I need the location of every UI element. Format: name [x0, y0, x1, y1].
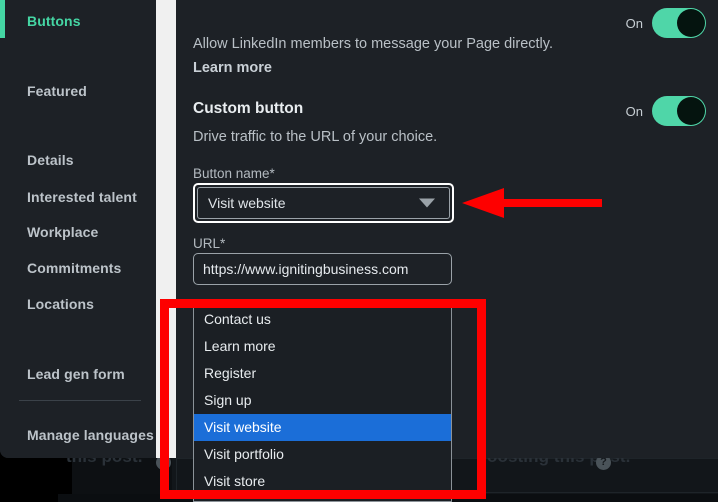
button-name-dropdown-list[interactable]: Contact us Learn more Register Sign up V…	[193, 306, 452, 502]
dropdown-option-sign-up[interactable]: Sign up	[194, 387, 451, 414]
url-input[interactable]	[193, 253, 452, 285]
messaging-toggle[interactable]	[652, 8, 706, 38]
chevron-down-icon	[419, 198, 435, 208]
url-label: URL*	[193, 236, 226, 251]
dropdown-option-visit-store[interactable]: Visit store	[194, 468, 451, 495]
custom-button-toggle[interactable]	[652, 96, 706, 126]
toggle-knob	[677, 9, 705, 37]
button-name-select-box[interactable]: Visit website	[197, 187, 450, 219]
active-item-accent-bar	[0, 0, 5, 38]
background-divider-3	[176, 458, 177, 493]
button-name-selected-value: Visit website	[208, 195, 286, 211]
dropdown-option-register[interactable]: Register	[194, 360, 451, 387]
custom-button-toggle-state: On	[625, 103, 643, 119]
sidebar-item-manage-languages[interactable]: Manage languages	[27, 427, 154, 443]
button-name-select[interactable]: Visit website	[193, 183, 454, 223]
screen-root: this post. oosting this post. ? ? Button…	[0, 0, 718, 502]
dropdown-option-learn-more[interactable]: Learn more	[194, 333, 451, 360]
custom-button-description: Drive traffic to the URL of your choice.	[193, 129, 438, 145]
custom-button-toggle-row[interactable]: On	[626, 96, 706, 126]
annotation-arrow-left	[462, 188, 602, 218]
sidebar-item-featured[interactable]: Featured	[27, 83, 87, 99]
sidebar-item-interested-talent[interactable]: Interested talent	[27, 189, 137, 205]
custom-button-title: Custom button	[193, 100, 304, 117]
toggle-knob	[677, 97, 705, 125]
sidebar-item-details[interactable]: Details	[27, 152, 74, 168]
messaging-toggle-state: On	[625, 15, 643, 31]
messaging-toggle-row[interactable]: On	[626, 8, 706, 38]
dropdown-option-contact-us[interactable]: Contact us	[194, 306, 451, 333]
modal-scrollbar[interactable]	[156, 0, 176, 458]
sidebar-item-locations[interactable]: Locations	[27, 296, 94, 312]
sidebar-item-buttons[interactable]: Buttons	[27, 13, 81, 29]
messaging-description: Allow LinkedIn members to message your P…	[193, 36, 553, 52]
sidebar-item-workplace[interactable]: Workplace	[27, 224, 98, 240]
dropdown-option-visit-portfolio[interactable]: Visit portfolio	[194, 441, 451, 468]
modal-sidebar: Buttons Featured Details Interested tale…	[0, 0, 156, 458]
sidebar-item-commitments[interactable]: Commitments	[27, 260, 121, 276]
sidebar-divider	[19, 400, 141, 401]
button-name-label: Button name*	[193, 166, 275, 181]
messaging-learn-more-link[interactable]: Learn more	[193, 60, 272, 76]
dropdown-option-visit-website[interactable]: Visit website	[194, 414, 451, 441]
sidebar-item-lead-gen-form[interactable]: Lead gen form	[27, 366, 125, 382]
